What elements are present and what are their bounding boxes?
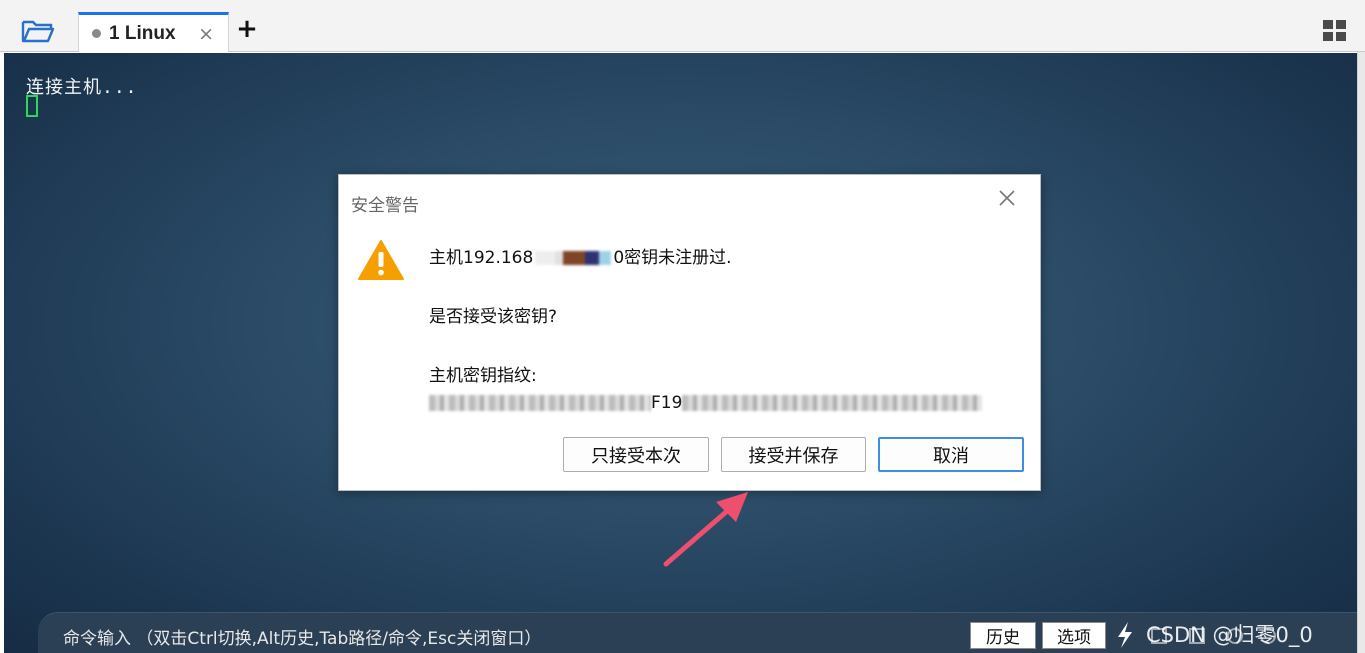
annotation-arrow-icon [663, 492, 748, 567]
host-message-prefix: 主机192.168 [429, 248, 534, 268]
folder-icon [21, 20, 55, 43]
lightning-icon[interactable] [1114, 621, 1136, 649]
redacted-fingerprint-left [429, 395, 651, 411]
options-button[interactable]: 选项 [1042, 622, 1106, 649]
ssh-client-window: 1 Linux × + 连接主机... 安全警告 主机192.168 0密钥未注… [0, 0, 1365, 653]
tab-label: 1 Linux [109, 22, 176, 44]
security-alert-dialog: 安全警告 主机192.168 0密钥未注册过. 是否接受该密钥? 主机密钥指纹: … [338, 174, 1041, 491]
tab-bar: 1 Linux × + [0, 0, 1365, 52]
tab-status-dot [92, 29, 101, 38]
host-key-message: 主机192.168 0密钥未注册过. [429, 243, 732, 268]
command-input-hint[interactable]: 命令输入 （双击Ctrl切换,Alt历史,Tab路径/命令,Esc关闭窗口） [63, 624, 541, 649]
dialog-close-button[interactable] [994, 185, 1020, 211]
dialog-title: 安全警告 [351, 196, 419, 216]
fingerprint-visible-part: F19 [651, 393, 683, 413]
command-input-bar: 命令输入 （双击Ctrl切换,Alt历史,Tab路径/命令,Esc关闭窗口） 历… [38, 612, 1357, 653]
terminal-cursor [26, 95, 38, 117]
warning-icon [358, 240, 404, 280]
accept-once-button[interactable]: 只接受本次 [563, 437, 709, 472]
add-tab-button[interactable]: + [235, 16, 259, 42]
accept-and-save-button[interactable]: 接受并保存 [721, 437, 866, 472]
tab-close-icon[interactable]: × [198, 23, 214, 45]
layout-grid-button[interactable] [1320, 16, 1350, 46]
redacted-fingerprint-right [682, 395, 983, 411]
accept-question: 是否接受该密钥? [429, 307, 558, 327]
close-icon [999, 190, 1015, 206]
tab-linux[interactable]: 1 Linux × [78, 12, 229, 52]
terminal-output-line: 连接主机... [26, 77, 138, 98]
csdn-watermark: CSDN @归零0_0 [1146, 623, 1313, 647]
cancel-button[interactable]: 取消 [878, 437, 1024, 472]
redacted-ip [535, 251, 612, 265]
fingerprint-value: F19 [429, 393, 983, 413]
host-message-suffix: 0密钥未注册过. [613, 248, 732, 268]
side-scroll-strip[interactable] [1357, 52, 1365, 653]
fingerprint-label: 主机密钥指纹: [429, 366, 537, 386]
grid-icon [1323, 20, 1346, 41]
history-button[interactable]: 历史 [970, 622, 1036, 649]
open-folder-button[interactable] [18, 16, 58, 46]
